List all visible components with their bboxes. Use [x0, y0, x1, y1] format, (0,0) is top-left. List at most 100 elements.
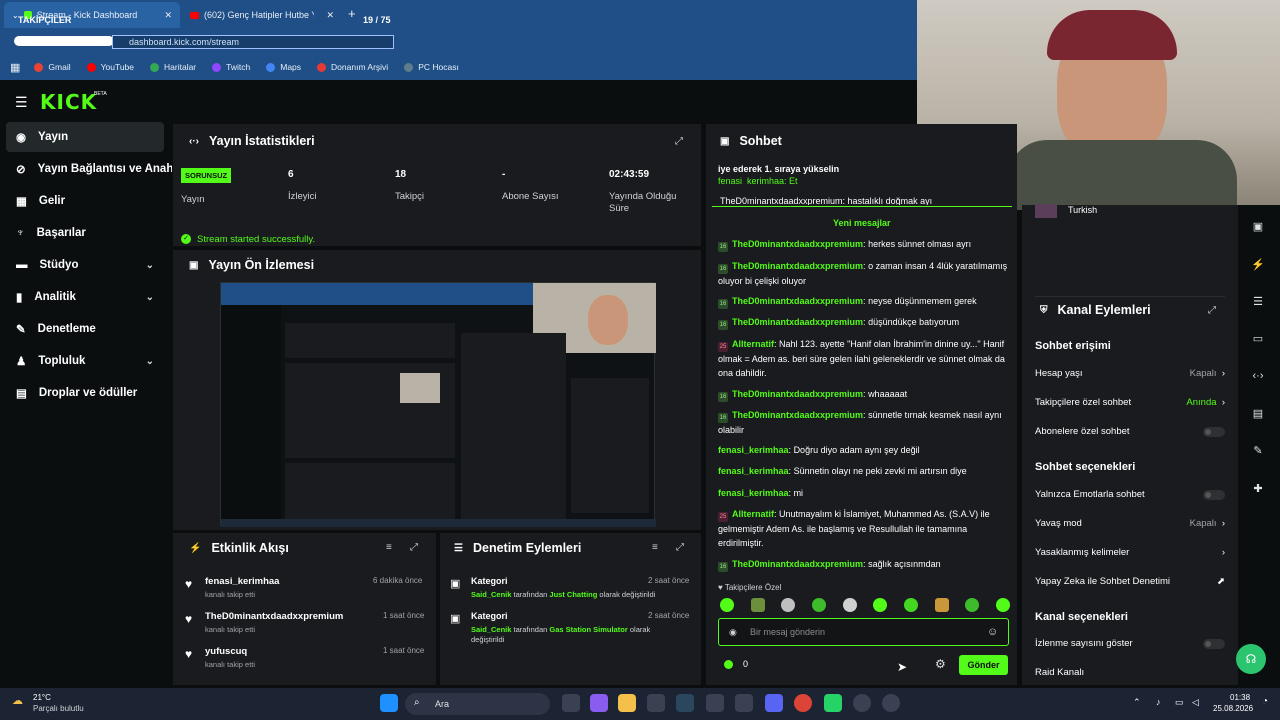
channel-points[interactable]: 0 [724, 659, 748, 669]
rail-stats-icon[interactable]: ‹·› [1242, 363, 1274, 389]
emote-icon[interactable] [934, 598, 949, 612]
chat-username[interactable]: Allternatif [732, 339, 774, 349]
sidebar-item-yayin[interactable]: ◉ Yayın [6, 122, 164, 152]
windows-start-icon[interactable] [380, 694, 398, 712]
toggle-switch[interactable] [1203, 426, 1225, 437]
bookmark-haritalar[interactable]: Haritalar [150, 62, 196, 72]
close-tab-icon[interactable]: ✕ [164, 10, 172, 21]
emote-icon[interactable] [842, 598, 857, 612]
activity-user[interactable]: yufuscuq [205, 646, 247, 657]
send-button[interactable]: Gönder [959, 655, 1008, 675]
new-tab-button[interactable]: + [348, 6, 356, 21]
sidebar-item-denetleme[interactable]: ✎ Denetleme [6, 314, 164, 344]
setting-follower-chat[interactable]: Takipçilere özel sohbet Anında › [1035, 397, 1225, 408]
mod-category[interactable]: Just Chatting [549, 590, 597, 599]
chat-username[interactable]: TheD0minantxdaadxxpremium [732, 261, 863, 271]
copilot-icon[interactable] [590, 694, 608, 712]
toggle-switch[interactable] [1203, 489, 1225, 500]
emote-icon[interactable] [750, 598, 765, 612]
support-chat-icon[interactable]: ☊ [1236, 644, 1266, 674]
rail-lightning-icon[interactable]: ⚡ [1242, 251, 1274, 277]
apps-grid-icon[interactable]: ▦ [10, 61, 20, 74]
chat-username[interactable]: TheD0minantxdaadxxpremium [732, 410, 863, 420]
sidebar-item-gelir[interactable]: ▦ Gelir [6, 186, 164, 216]
toggle-switch[interactable] [1203, 638, 1225, 649]
sidebar-item-droplar[interactable]: ▤ Droplar ve ödüller [6, 378, 164, 408]
clock-date[interactable]: 25.08.2026 [1213, 704, 1253, 713]
chat-mode-icon[interactable]: ◉ [729, 627, 737, 638]
chat-username[interactable]: TheD0minantxdaadxxpremium [732, 296, 863, 306]
bookmark-twitch[interactable]: Twitch [212, 62, 250, 72]
app-icon[interactable] [735, 694, 753, 712]
volume-icon[interactable]: ◁ [1192, 697, 1199, 708]
network-icon[interactable]: ▭ [1175, 697, 1184, 708]
chat-username[interactable]: TheD0minantxdaadxxpremium [732, 317, 863, 327]
chatgpt-icon[interactable] [706, 694, 724, 712]
emote-icon[interactable] [873, 598, 888, 612]
sidebar-item-analitik[interactable]: ▮ Analitik ⌄ [6, 282, 164, 312]
setting-banned-words[interactable]: Yasaklanmış kelimeler › [1035, 547, 1225, 558]
whatsapp-icon[interactable] [824, 694, 842, 712]
emote-icon[interactable] [903, 598, 918, 612]
github-icon[interactable] [882, 694, 900, 712]
chat-username[interactable]: TheD0minantxdaadxxpremium [732, 389, 863, 399]
task-view-icon[interactable] [562, 694, 580, 712]
emoji-icon[interactable]: ☺ [987, 626, 998, 638]
emote-icon[interactable] [965, 598, 980, 612]
settings-gear-icon[interactable]: ⚙ [935, 657, 946, 671]
microphone-icon[interactable]: ♪ [1156, 697, 1161, 707]
filter-icon[interactable]: ≡ [386, 542, 392, 553]
chat-username[interactable]: fenasi_kerimhaa [718, 466, 789, 476]
notifications-icon[interactable]: ◔ [1262, 696, 1268, 707]
file-explorer-icon[interactable] [618, 694, 636, 712]
steam-icon[interactable] [676, 694, 694, 712]
mod-user[interactable]: Said_Cenik [471, 590, 511, 599]
tray-chevron-up-icon[interactable]: ⌃ [1133, 697, 1141, 708]
activity-user[interactable]: TheD0minantxdaadxxpremium [205, 611, 343, 622]
url-field[interactable]: dashboard.kick.com/stream [112, 35, 394, 49]
setting-sub-chat[interactable]: Abonelere özel sohbet [1035, 426, 1225, 437]
emote-icon[interactable] [995, 598, 1010, 612]
discord-icon[interactable] [765, 694, 783, 712]
menu-icon[interactable]: ☰ [15, 94, 28, 111]
activity-user[interactable]: fenasi_kerimhaa [205, 576, 279, 587]
chat-username[interactable]: TheD0minantxdaadxxpremium [732, 239, 863, 249]
clock-time[interactable]: 01:38 [1230, 693, 1250, 702]
emote-icon[interactable] [781, 598, 796, 612]
rail-list-icon[interactable]: ☰ [1242, 288, 1274, 314]
setting-ai-moderation[interactable]: Yapay Zeka ile Sohbet Denetimi ⬈ [1035, 576, 1225, 587]
store-icon[interactable] [647, 694, 665, 712]
chat-username[interactable]: fenasi_kerimhaa [718, 488, 789, 498]
taskbar-search[interactable]: Ara [405, 693, 550, 715]
expand-icon[interactable]: ⤢ [410, 542, 418, 553]
rail-chat-icon[interactable]: ▭ [1242, 325, 1274, 351]
tab-youtube[interactable]: (602) Genç Hatipler Hutbe Yarış ✕ [182, 2, 342, 28]
emote-icon[interactable] [811, 598, 826, 612]
sidebar-item-basarilar[interactable]: ♆ Başarılar [6, 218, 164, 248]
weather-temp[interactable]: 21°C [33, 693, 51, 702]
expand-icon[interactable]: ⤢ [1208, 305, 1216, 316]
sidebar-item-topluluk[interactable]: ♟ Topluluk ⌄ [6, 346, 164, 376]
sidebar-item-studyo[interactable]: ▬ Stüdyo ⌄ [6, 250, 164, 280]
rail-panel-icon[interactable]: ▣ [1242, 213, 1274, 239]
rail-add-widget-icon[interactable]: ✚ [1242, 475, 1274, 501]
setting-hesap-yasi[interactable]: Hesap yaşı Kapalı › [1035, 368, 1225, 379]
rail-moderation-icon[interactable]: ▤ [1242, 400, 1274, 426]
bookmark-maps[interactable]: Maps [266, 62, 301, 72]
bookmark-pc-hocasi[interactable]: PC Hocası [404, 62, 459, 72]
setting-slow-mode[interactable]: Yavaş mod Kapalı › [1035, 518, 1225, 529]
filter-icon[interactable]: ≡ [652, 542, 658, 553]
close-tab-icon[interactable]: ✕ [326, 10, 334, 21]
sidebar-item-stream-key[interactable]: ⊘Yayın Bağlantısı ve Anahtar [6, 154, 172, 184]
chat-username[interactable]: fenasi_kerimhaa [718, 445, 789, 455]
setting-emote-only[interactable]: Yalnızca Emotlarla sohbet [1035, 489, 1225, 500]
bookmark-donanim-arsivi[interactable]: Donanım Arşivi [317, 62, 388, 72]
chat-username[interactable]: Allternatif [732, 509, 774, 519]
preview-video[interactable] [220, 282, 656, 527]
bookmark-youtube[interactable]: YouTube [86, 62, 134, 72]
kick-logo[interactable]: KICK [40, 90, 97, 114]
obs-icon[interactable] [853, 694, 871, 712]
rail-wrench-icon[interactable]: ✎ [1242, 437, 1274, 463]
chat-username[interactable]: TheD0minantxdaadxxpremium [732, 559, 863, 569]
emote-icon[interactable] [720, 598, 734, 612]
